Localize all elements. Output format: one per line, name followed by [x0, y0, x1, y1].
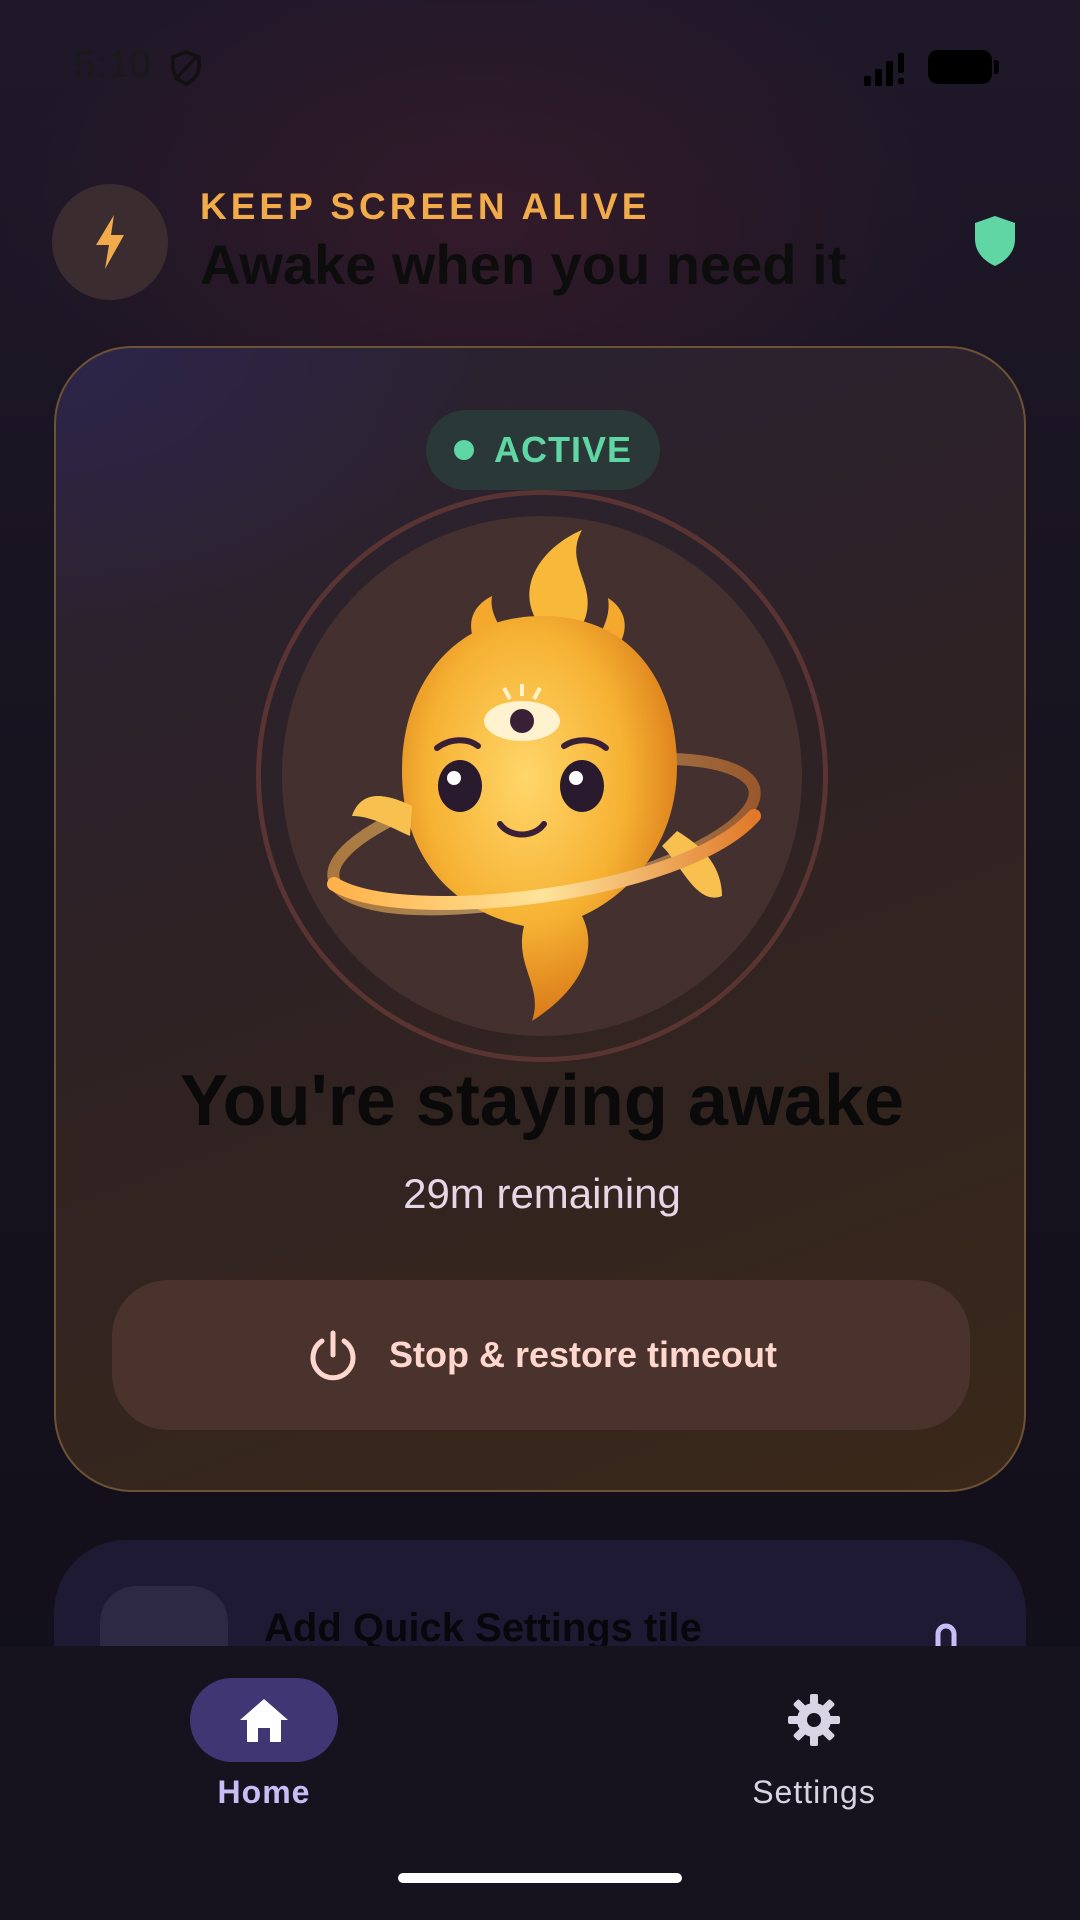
header-eyebrow: KEEP SCREEN ALIVE — [200, 186, 651, 227]
status-badge: ACTIVE — [426, 410, 660, 490]
shield-slash-icon — [171, 50, 201, 86]
stop-restore-label: Stop & restore timeout — [388, 1334, 778, 1375]
status-bar: 5:10 — [0, 0, 1080, 130]
battery-icon — [928, 50, 999, 84]
nav-settings-label: Settings — [752, 1774, 876, 1810]
nav-home-label: Home — [217, 1774, 311, 1810]
stop-restore-button[interactable]: Stop & restore timeout — [112, 1280, 970, 1430]
status-time: 5:10 — [74, 44, 152, 86]
status-badge-label: ACTIVE — [493, 429, 632, 470]
header-bolt-badge — [52, 184, 168, 300]
nav-item-settings[interactable]: Settings — [664, 1678, 964, 1838]
quick-settings-title: Add Quick Settings tile — [264, 1606, 702, 1650]
flame-mascot-icon — [327, 530, 761, 1021]
nav-settings-icon-wrap — [740, 1678, 888, 1762]
gesture-home-bar[interactable] — [398, 1873, 682, 1883]
power-icon — [310, 1330, 356, 1381]
mascot-illustration — [282, 516, 802, 1036]
time-remaining: 29m remaining — [403, 1170, 681, 1217]
signal-icon — [864, 53, 904, 86]
nav-home-indicator — [190, 1678, 338, 1762]
status-dot-icon — [453, 440, 474, 460]
shield-icon[interactable] — [972, 214, 1018, 268]
page-title: Awake when you need it — [200, 233, 847, 296]
gear-icon — [788, 1694, 840, 1746]
hero-title: You're staying awake — [179, 1061, 905, 1141]
nav-item-home[interactable]: Home — [114, 1678, 414, 1838]
lightning-bolt-icon — [96, 215, 124, 269]
status-card: ACTIVE You're staying awake 29m remainin… — [54, 346, 1026, 1492]
home-icon — [240, 1699, 288, 1742]
